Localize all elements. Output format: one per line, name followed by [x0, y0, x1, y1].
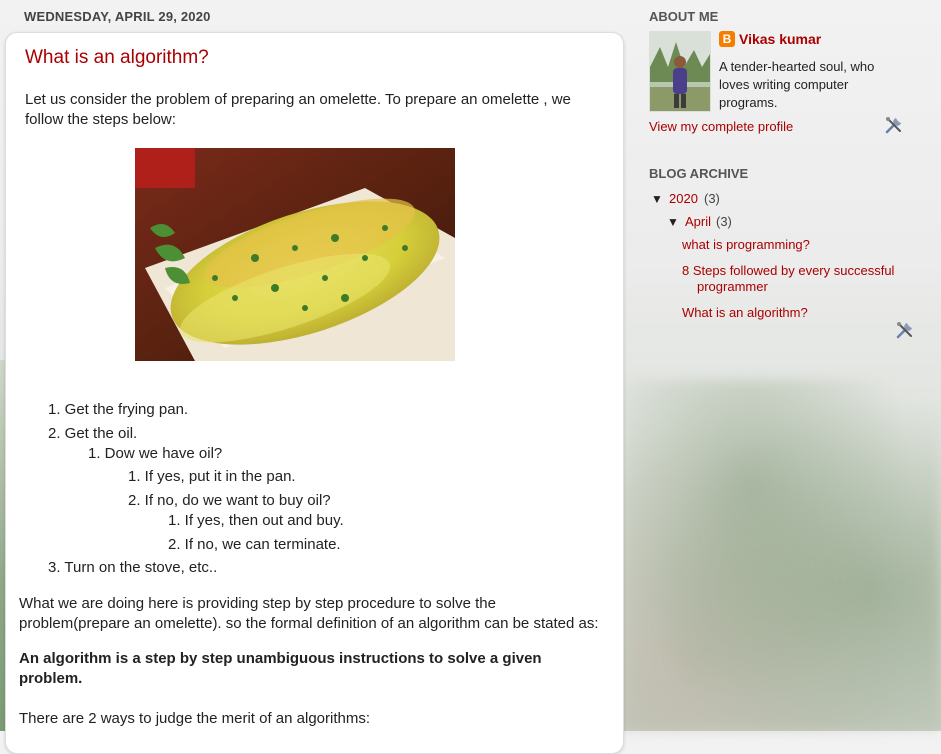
step-2-1: 1. Dow we have oil? [88, 445, 223, 462]
edit-widget-icon[interactable] [884, 115, 904, 135]
step-2-1-2-1: 1. If yes, then out and buy. [168, 512, 344, 529]
archive-post-link[interactable]: 8 Steps followed by every successful pro… [682, 263, 912, 295]
step-2-1-1: 1. If yes, put it in the pan. [128, 468, 296, 485]
archive-post-link[interactable]: what is programming? [682, 237, 810, 252]
merit-text: There are 2 ways to judge the merit of a… [19, 710, 371, 727]
profile-name[interactable]: Vikas kumar [739, 31, 821, 47]
archive-post-link[interactable]: What is an algorithm? [682, 305, 808, 320]
post-intro: Let us consider the problem of preparing… [25, 91, 571, 128]
archive-year-2020[interactable]: 2020 [669, 191, 698, 206]
post-card: What is an algorithm? Let us consider th… [5, 32, 624, 754]
post-body: Let us consider the problem of preparing… [25, 90, 605, 130]
post-paragraph: What we are doing here is providing step… [19, 595, 599, 632]
about-heading: ABOUT ME [649, 9, 719, 24]
algorithm-definition: An algorithm is a step by step unambiguo… [19, 650, 542, 687]
step-2-1-2: 2. If no, do we want to buy oil? [128, 492, 331, 509]
background-scenery [623, 380, 941, 731]
step-2: 2. Get the oil. [48, 425, 138, 442]
step-2-1-2-2: 2. If no, we can terminate. [168, 536, 341, 553]
archive-month-count: (3) [716, 214, 732, 229]
archive-month-april[interactable]: April [685, 214, 711, 229]
month-toggle-icon[interactable]: ▼ [667, 215, 679, 229]
step-1: 1. Get the frying pan. [48, 401, 189, 418]
archive-year-count: (3) [704, 191, 720, 206]
edit-widget-icon[interactable] [895, 320, 915, 340]
step-3: 3. Turn on the stove, etc.. [48, 559, 218, 576]
post-title[interactable]: What is an algorithm? [25, 47, 209, 69]
post-date: WEDNESDAY, APRIL 29, 2020 [24, 9, 211, 24]
archive-post-link-text: 8 Steps followed by every successful pro… [682, 263, 895, 294]
view-profile-link[interactable]: View my complete profile [649, 119, 793, 134]
archive-heading: BLOG ARCHIVE [649, 166, 749, 181]
omelette-image [135, 148, 455, 361]
blogger-icon: B [719, 31, 735, 47]
avatar[interactable] [649, 31, 711, 112]
profile-description: A tender-hearted soul, who loves writing… [719, 59, 875, 110]
year-toggle-icon[interactable]: ▼ [651, 192, 663, 206]
